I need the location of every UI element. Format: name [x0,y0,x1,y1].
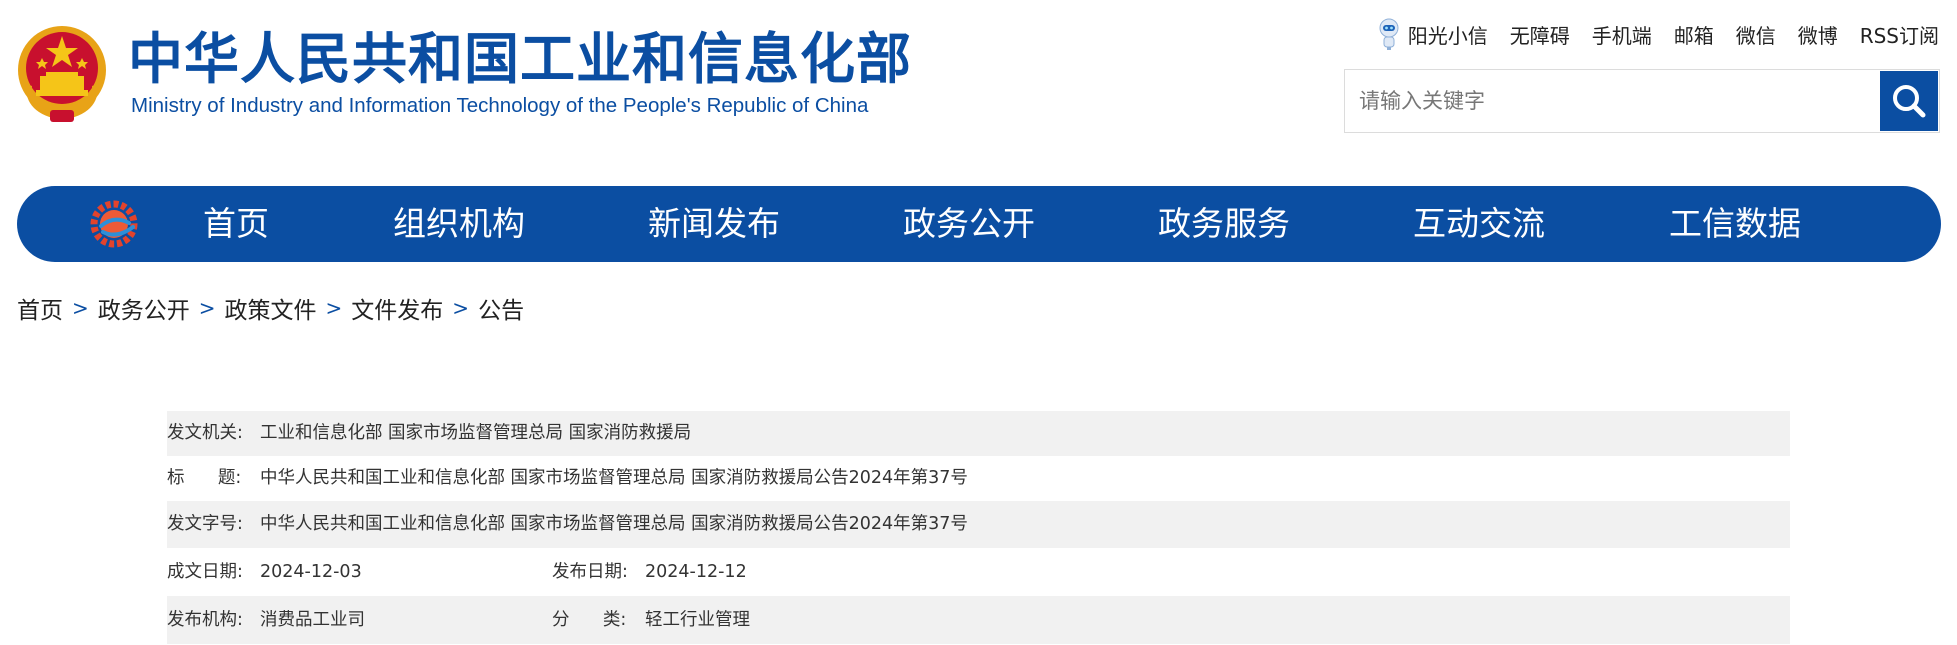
main-nav: 首页 组织机构 新闻发布 政务公开 政务服务 互动交流 工信数据 [17,186,1941,262]
link-accessibility[interactable]: 无障碍 [1510,20,1570,49]
breadcrumb-separator: > [72,296,89,320]
document-info-table: 发文机关: 工业和信息化部 国家市场监督管理总局 国家消防救援局 标 题: 中华… [167,411,1790,644]
org-label: 发布机构: [167,610,243,630]
breadcrumb-home[interactable]: 首页 [17,291,63,325]
link-mobile[interactable]: 手机端 [1592,20,1652,49]
info-row-docno: 发文字号: 中华人民共和国工业和信息化部 国家市场监督管理总局 国家消防救援局公… [167,501,1790,548]
title-label: 标 题: [167,468,242,488]
national-emblem-icon[interactable] [16,24,108,124]
docno-label: 发文字号: [167,514,243,534]
category-label: 分 类: [552,610,627,630]
link-sunshine-assistant[interactable]: 阳光小信 [1408,20,1488,49]
link-weibo[interactable]: 微博 [1798,20,1838,49]
link-wechat[interactable]: 微信 [1736,20,1776,49]
published-date-label: 发布日期: [552,562,628,582]
info-row-issuer: 发文机关: 工业和信息化部 国家市场监督管理总局 国家消防救援局 [167,411,1790,456]
nav-government-affairs[interactable]: 政务公开 [903,186,1035,262]
published-date-value: 2024-12-12 [645,562,747,582]
top-links: 阳光小信 无障碍 手机端 邮箱 微信 微博 RSS订阅 [1376,18,1939,50]
search-icon [1893,85,1926,118]
miit-logo-icon[interactable] [89,199,141,249]
site-title-english: Ministry of Industry and Information Tec… [131,94,869,117]
breadcrumb: 首页 > 政务公开 > 政策文件 > 文件发布 > 公告 [17,290,524,326]
nav-data[interactable]: 工信数据 [1669,186,1801,262]
docno-value: 中华人民共和国工业和信息化部 国家市场监督管理总局 国家消防救援局公告2024年… [260,514,968,534]
link-rss[interactable]: RSS订阅 [1860,20,1939,49]
link-mail[interactable]: 邮箱 [1674,20,1714,49]
breadcrumb-policy-documents[interactable]: 政策文件 [225,291,317,325]
search-box [1344,69,1940,133]
breadcrumb-separator: > [325,296,343,320]
written-date-value: 2024-12-03 [260,562,362,582]
breadcrumb-separator: > [452,296,470,320]
issuer-value: 工业和信息化部 国家市场监督管理总局 国家消防救援局 [260,423,692,443]
nav-organization[interactable]: 组织机构 [393,186,525,262]
nav-news[interactable]: 新闻发布 [648,186,780,262]
issuer-label: 发文机关: [167,423,243,443]
org-value: 消费品工业司 [260,610,365,630]
nav-interaction[interactable]: 互动交流 [1413,186,1545,262]
written-date-label: 成文日期: [167,562,243,582]
category-value: 轻工行业管理 [645,610,750,630]
nav-home[interactable]: 首页 [203,186,269,262]
search-button[interactable] [1880,71,1938,131]
nav-government-services[interactable]: 政务服务 [1158,186,1290,262]
site-header: 中华人民共和国工业和信息化部 Ministry of Industry and … [0,0,1957,170]
breadcrumb-government-affairs[interactable]: 政务公开 [98,291,190,325]
breadcrumb-document-release[interactable]: 文件发布 [351,291,443,325]
site-title: 中华人民共和国工业和信息化部 [128,27,913,91]
search-input[interactable] [1345,70,1878,132]
info-row-org: 发布机构: 消费品工业司 分 类: 轻工行业管理 [167,596,1790,644]
breadcrumb-separator: > [198,296,216,320]
robot-assistant-icon[interactable] [1376,17,1402,51]
info-row-title: 标 题: 中华人民共和国工业和信息化部 国家市场监督管理总局 国家消防救援局公告… [167,456,1790,501]
title-value: 中华人民共和国工业和信息化部 国家市场监督管理总局 国家消防救援局公告2024年… [260,468,968,488]
info-row-dates: 成文日期: 2024-12-03 发布日期: 2024-12-12 [167,548,1790,596]
breadcrumb-announcement[interactable]: 公告 [478,291,524,325]
